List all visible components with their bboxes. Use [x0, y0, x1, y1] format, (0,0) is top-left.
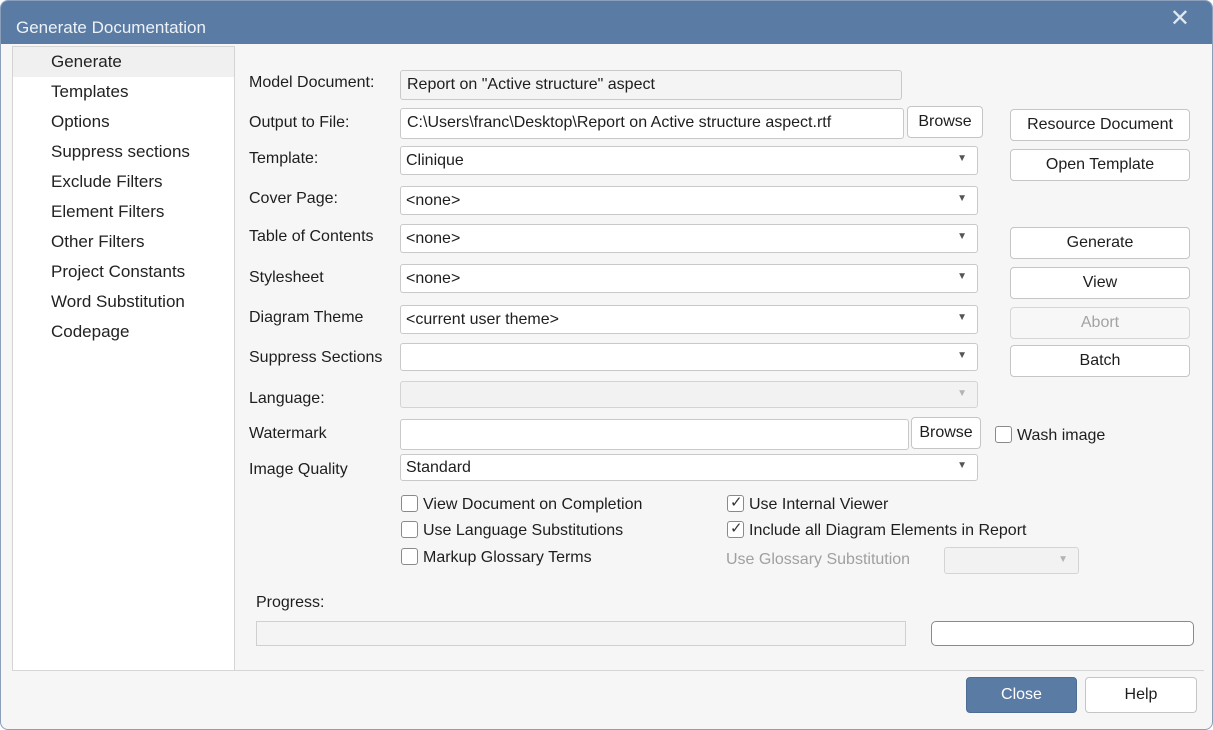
wash-image-label: Wash image	[1017, 427, 1106, 444]
chevron-down-icon: ▼	[957, 388, 967, 399]
nav-item-codepage[interactable]: Codepage	[13, 317, 234, 347]
resource-document-button[interactable]: Resource Document	[1010, 109, 1190, 141]
glossary-substitution-select[interactable]: ▼	[944, 547, 1079, 574]
watermark-input[interactable]	[400, 419, 909, 450]
suppress-sections-label: Suppress Sections	[249, 349, 383, 366]
markup-glossary-terms-checkbox[interactable]	[401, 548, 418, 565]
wash-image-checkbox[interactable]	[995, 426, 1012, 443]
generate-button[interactable]: Generate	[1010, 227, 1190, 259]
image-quality-value: Standard	[406, 459, 471, 476]
template-value: Clinique	[406, 152, 464, 169]
output-file-input[interactable]: C:\Users\franc\Desktop\Report on Active …	[400, 108, 904, 139]
use-language-substitutions-label: Use Language Substitutions	[423, 522, 624, 539]
table-of-contents-value: <none>	[406, 230, 461, 247]
include-all-diagram-elements-label: Include all Diagram Elements in Report	[749, 522, 1027, 539]
markup-glossary-terms-label: Markup Glossary Terms	[423, 549, 592, 566]
image-quality-select[interactable]: Standard ▼	[400, 454, 978, 481]
use-internal-viewer-checkbox[interactable]: ✓	[727, 494, 744, 512]
use-glossary-substitution-label: Use Glossary Substitution	[726, 551, 911, 568]
output-to-file-label: Output to File:	[249, 114, 350, 131]
nav-item-other-filters[interactable]: Other Filters	[13, 227, 234, 257]
chevron-down-icon: ▼	[957, 460, 967, 471]
nav-item-templates[interactable]: Templates	[13, 77, 234, 107]
abort-button[interactable]: Abort	[1010, 307, 1190, 339]
cover-page-value: <none>	[406, 192, 461, 209]
table-of-contents-label: Table of Contents	[249, 228, 374, 245]
stylesheet-value: <none>	[406, 270, 461, 287]
language-label: Language:	[249, 390, 325, 407]
watermark-label: Watermark	[249, 425, 327, 442]
nav-item-options[interactable]: Options	[13, 107, 234, 137]
view-button[interactable]: View	[1010, 267, 1190, 299]
close-button[interactable]: Close	[966, 677, 1077, 713]
chevron-down-icon: ▼	[957, 271, 967, 282]
use-internal-viewer-label: Use Internal Viewer	[749, 496, 889, 513]
chevron-down-icon: ▼	[957, 153, 967, 164]
chevron-down-icon: ▼	[957, 231, 967, 242]
diagram-theme-label: Diagram Theme	[249, 309, 364, 326]
close-window-icon[interactable]: ✕	[1170, 7, 1190, 31]
browse-watermark-button[interactable]: Browse	[911, 417, 981, 449]
stylesheet-label: Stylesheet	[249, 269, 324, 286]
cover-page-select[interactable]: <none> ▼	[400, 186, 978, 215]
model-document-field: Report on "Active structure" aspect	[400, 70, 902, 100]
template-label: Template:	[249, 150, 319, 167]
progress-label: Progress:	[256, 594, 325, 611]
check-icon: ✓	[730, 520, 743, 537]
view-document-checkbox[interactable]	[401, 495, 418, 512]
suppress-sections-select[interactable]: ▼	[400, 343, 978, 371]
footer-divider	[12, 670, 1204, 671]
check-icon: ✓	[730, 494, 743, 511]
view-document-label: View Document on Completion	[423, 496, 643, 513]
include-all-diagram-elements-checkbox[interactable]: ✓	[727, 520, 744, 538]
title-bar: Generate Documentation ✕	[1, 1, 1212, 44]
diagram-theme-select[interactable]: <current user theme> ▼	[400, 305, 978, 334]
status-field	[931, 621, 1194, 646]
nav-item-element-filters[interactable]: Element Filters	[13, 197, 234, 227]
chevron-down-icon: ▼	[957, 350, 967, 361]
diagram-theme-value: <current user theme>	[406, 311, 559, 328]
template-select[interactable]: Clinique ▼	[400, 146, 978, 175]
use-language-substitutions-checkbox[interactable]	[401, 521, 418, 538]
nav-item-project-constants[interactable]: Project Constants	[13, 257, 234, 287]
browse-output-button[interactable]: Browse	[907, 106, 983, 138]
cover-page-label: Cover Page:	[249, 190, 338, 207]
chevron-down-icon: ▼	[957, 312, 967, 323]
batch-button[interactable]: Batch	[1010, 345, 1190, 377]
progress-bar	[256, 621, 906, 646]
nav-item-exclude-filters[interactable]: Exclude Filters	[13, 167, 234, 197]
table-of-contents-select[interactable]: <none> ▼	[400, 224, 978, 253]
chevron-down-icon: ▼	[957, 193, 967, 204]
window-title: Generate Documentation	[16, 18, 206, 37]
nav-item-suppress-sections[interactable]: Suppress sections	[13, 137, 234, 167]
language-select[interactable]: ▼	[400, 381, 978, 408]
nav-item-word-substitution[interactable]: Word Substitution	[13, 287, 234, 317]
help-button[interactable]: Help	[1085, 677, 1197, 713]
generate-documentation-dialog: Generate Documentation ✕ Generate Templa…	[0, 0, 1213, 730]
open-template-button[interactable]: Open Template	[1010, 149, 1190, 181]
model-document-label: Model Document:	[249, 74, 375, 91]
chevron-down-icon: ▼	[1058, 554, 1068, 565]
stylesheet-select[interactable]: <none> ▼	[400, 264, 978, 293]
sidebar-nav: Generate Templates Options Suppress sect…	[12, 46, 235, 671]
image-quality-label: Image Quality	[249, 461, 348, 478]
nav-item-generate[interactable]: Generate	[13, 47, 234, 77]
